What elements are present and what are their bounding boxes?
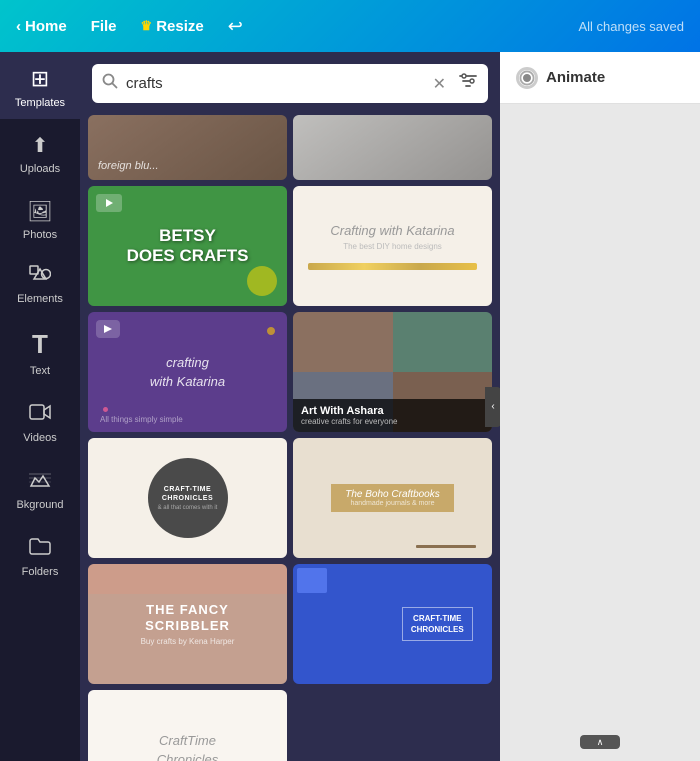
search-input[interactable] [126, 75, 425, 92]
fancy-title: THE FANCYSCRIBBLER [145, 602, 230, 633]
file-nav[interactable]: File [91, 18, 117, 35]
betsy-text: BETSYDOES CRAFTS [127, 226, 249, 267]
sidebar-label-photos: Photos [23, 229, 57, 241]
sidebar-item-background[interactable]: Bkground [0, 454, 80, 521]
sidebar-item-templates[interactable]: ⊞ Templates [0, 52, 80, 119]
blue-box: CRAFT-TIMECHRONICLES [402, 607, 473, 641]
template-card-art-ashara[interactable]: Art With Ashara creative crafts for ever… [293, 312, 492, 432]
fancy-content: THE FANCYSCRIBBLER Buy crafts by Kena Ha… [88, 564, 287, 684]
elements-icon [29, 265, 51, 288]
craft-time-text: CRAFT-TIMECHRONICLES [162, 485, 213, 503]
crafting-katarina-title: Crafting with Katarina [320, 223, 464, 238]
purple-crafting-text: craftingwith Katarina [150, 353, 225, 392]
sidebar-label-videos: Videos [23, 432, 56, 444]
video-badge [96, 194, 122, 212]
boho-label: The Boho Craftbooks handmade journals & … [331, 484, 454, 512]
search-icon [102, 73, 118, 94]
saved-status: All changes saved [578, 19, 684, 34]
animate-button[interactable]: Animate [516, 67, 605, 89]
photos-icon: 🖼 [27, 199, 52, 224]
sidebar-item-videos[interactable]: Videos [0, 387, 80, 454]
text-icon: T [32, 329, 48, 360]
boho-subtitle: handmade journals & more [345, 500, 440, 507]
template-card-craft-time[interactable]: CRAFT-TIMECHRONICLES & all that comes wi… [88, 438, 287, 558]
uploads-icon: ⬆ [32, 133, 49, 158]
main-layout: ⊞ Templates ⬆ Uploads 🖼 Photos Elements … [0, 52, 700, 761]
resize-label: Resize [156, 18, 204, 35]
search-bar-container: ✕ [92, 64, 488, 103]
template-card-craft-blue[interactable]: CRAFT-TIMECHRONICLES [293, 564, 492, 684]
sidebar-label-text: Text [30, 365, 50, 377]
bottom-collapse-icon: ∧ [597, 737, 604, 748]
deco-dot1 [267, 327, 275, 335]
template-card-partial1[interactable]: foreign blu... [88, 115, 287, 180]
template-card-crafttime-flower[interactable]: CraftTimeChronicles [88, 690, 287, 761]
blue-box-wrap: CRAFT-TIMECHRONICLES [383, 564, 492, 684]
animate-label: Animate [546, 69, 605, 86]
resize-nav[interactable]: ♛ Resize [141, 18, 204, 35]
sidebar-label-uploads: Uploads [20, 163, 60, 175]
search-panel: ✕ foreign blu... [80, 52, 500, 761]
chevron-left-icon: ‹ [16, 18, 21, 35]
template-card-partial2[interactable] [293, 115, 492, 180]
gold-bar [308, 263, 477, 270]
purple-crafting-sub: All things simply simple [100, 415, 183, 424]
sidebar-item-elements[interactable]: Elements [0, 251, 80, 315]
craft-time-sub: & all that comes with it [158, 505, 218, 511]
sidebar-item-folders[interactable]: Folders [0, 521, 80, 588]
sidebar-label-templates: Templates [15, 97, 65, 109]
boho-title: The Boho Craftbooks [345, 489, 440, 500]
clear-icon[interactable]: ✕ [433, 74, 446, 94]
template-card-fancy-scribbler[interactable]: THE FANCYSCRIBBLER Buy crafts by Kena Ha… [88, 564, 287, 684]
craft-time-circle: CRAFT-TIMECHRONICLES & all that comes wi… [148, 458, 228, 538]
template-card-betsy[interactable]: BETSYDOES CRAFTS [88, 186, 287, 306]
sidebar-item-uploads[interactable]: ⬆ Uploads [0, 119, 80, 185]
animate-icon [516, 67, 538, 89]
right-panel: Animate ∧ [500, 52, 700, 761]
background-icon [29, 468, 51, 494]
crown-icon: ♛ [141, 18, 153, 34]
undo-button[interactable]: ↩ [228, 16, 243, 37]
bottom-collapse-handle[interactable]: ∧ [580, 735, 620, 749]
blue-thumb [297, 568, 327, 593]
collapse-icon: ‹ [491, 401, 494, 412]
art-photo-1 [293, 312, 393, 372]
filter-icon[interactable] [458, 72, 478, 95]
sidebar-label-elements: Elements [17, 293, 63, 305]
sidebar-item-text[interactable]: T Text [0, 315, 80, 387]
template-grid: foreign blu... BETSYDOES CRAFTS Crafting… [80, 111, 500, 761]
art-ashara-title: Art With Ashara [301, 405, 484, 417]
animate-bar: Animate [500, 52, 700, 104]
boho-bar [416, 545, 476, 548]
home-label: Home [25, 18, 67, 35]
home-nav[interactable]: ‹ Home [16, 18, 67, 35]
blue-title: CRAFT-TIMECHRONICLES [411, 613, 464, 635]
fancy-subtitle: Buy crafts by Kena Harper [141, 637, 235, 646]
crafting-katarina-subtitle: The best DIY home designs [343, 242, 442, 251]
template-card-boho[interactable]: The Boho Craftbooks handmade journals & … [293, 438, 492, 558]
collapse-panel-handle[interactable]: ‹ [485, 387, 500, 427]
art-photo-2 [393, 312, 493, 372]
sidebar-item-photos[interactable]: 🖼 Photos [0, 185, 80, 251]
templates-icon: ⊞ [31, 66, 49, 92]
sidebar-label-folders: Folders [22, 566, 59, 578]
folders-icon [29, 535, 51, 561]
canvas-area[interactable] [500, 104, 700, 761]
sidebar-label-background: Bkground [16, 499, 63, 511]
template-card-crafting-katarina[interactable]: Crafting with Katarina The best DIY home… [293, 186, 492, 306]
videos-icon [29, 401, 51, 427]
art-ashara-bar: Art With Ashara creative crafts for ever… [293, 399, 492, 432]
crafttime-flower-text: CraftTimeChronicles [147, 731, 228, 761]
art-ashara-subtitle: creative crafts for everyone [301, 417, 484, 426]
file-label: File [91, 18, 117, 35]
top-navigation: ‹ Home File ♛ Resize ↩ All changes saved [0, 0, 700, 52]
template-card-purple-crafting[interactable]: craftingwith Katarina All things simply … [88, 312, 287, 432]
decoration-circle [247, 266, 277, 296]
sidebar: ⊞ Templates ⬆ Uploads 🖼 Photos Elements … [0, 52, 80, 761]
partial-card-text: foreign blu... [98, 160, 159, 172]
deco-dot2 [103, 407, 108, 412]
play-badge [96, 320, 120, 338]
